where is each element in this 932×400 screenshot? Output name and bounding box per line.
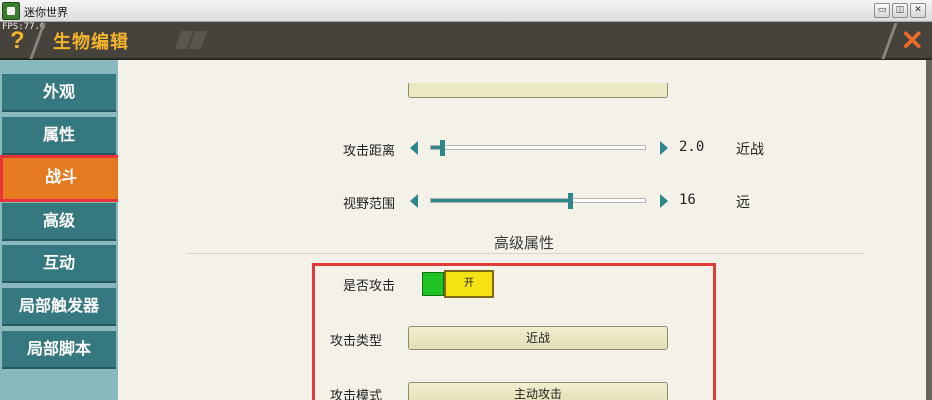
section-divider xyxy=(186,253,864,254)
os-title-bar: 迷你世界 ▭ ◫ ✕ xyxy=(0,0,932,22)
header-divider xyxy=(881,23,898,59)
view-range-slider[interactable] xyxy=(430,193,646,209)
decrease-attack-distance-icon[interactable] xyxy=(410,141,418,155)
slider-handle[interactable] xyxy=(568,193,574,209)
sidebar-item-interaction[interactable]: 互动 xyxy=(2,245,116,283)
attack-distance-label: 攻击距离 xyxy=(343,144,396,159)
attack-distance-slider[interactable] xyxy=(430,140,646,156)
scrolled-off-field[interactable] xyxy=(408,83,668,98)
help-icon[interactable]: ? xyxy=(10,27,25,55)
app-window: 迷你世界 ▭ ◫ ✕ FPS:77.0 ? 生物编辑 ✕ 外观 属性 战斗 高级… xyxy=(0,0,932,400)
panel-border xyxy=(926,60,932,400)
sidebar: 外观 属性 战斗 高级 互动 局部触发器 局部脚本 xyxy=(0,60,122,400)
minimize-button[interactable]: ▭ xyxy=(874,3,890,18)
increase-view-range-icon[interactable] xyxy=(660,194,668,208)
attack-type-label: 攻击类型 xyxy=(330,334,383,349)
slider-fill xyxy=(431,199,571,202)
attack-toggle[interactable]: 开 xyxy=(444,270,494,298)
decrease-view-range-icon[interactable] xyxy=(410,194,418,208)
sidebar-item-advanced[interactable]: 高级 xyxy=(2,203,116,241)
page-title: 生物编辑 xyxy=(53,32,129,53)
sidebar-item-local-scripts[interactable]: 局部脚本 xyxy=(2,331,116,369)
slider-handle[interactable] xyxy=(439,140,445,156)
increase-attack-distance-icon[interactable] xyxy=(660,141,668,155)
attack-toggle-label: 是否攻击 xyxy=(343,279,396,294)
section-title: 高级属性 xyxy=(494,234,555,252)
editor-header: FPS:77.0 ? 生物编辑 ✕ xyxy=(0,22,932,60)
sidebar-item-appearance[interactable]: 外观 xyxy=(2,74,116,112)
sidebar-item-combat[interactable]: 战斗 xyxy=(0,155,122,202)
attack-distance-value: 2.0 xyxy=(679,139,705,155)
close-icon[interactable]: ✕ xyxy=(901,24,924,57)
attack-toggle-track[interactable] xyxy=(422,272,444,296)
attack-mode-select[interactable]: 主动攻击 xyxy=(408,382,668,400)
sidebar-item-local-triggers[interactable]: 局部触发器 xyxy=(2,288,116,326)
window-close-button[interactable]: ✕ xyxy=(910,3,926,18)
attack-mode-label: 攻击模式 xyxy=(330,389,383,400)
restore-button[interactable]: ◫ xyxy=(892,3,908,18)
app-logo-icon xyxy=(2,2,20,20)
view-range-unit: 远 xyxy=(736,195,750,211)
attack-distance-unit: 近战 xyxy=(736,142,764,158)
sidebar-item-attributes[interactable]: 属性 xyxy=(2,117,116,155)
attack-type-select[interactable]: 近战 xyxy=(408,326,668,350)
view-range-label: 视野范围 xyxy=(343,197,396,212)
view-range-value: 16 xyxy=(679,192,696,208)
window-title: 迷你世界 xyxy=(24,6,68,19)
